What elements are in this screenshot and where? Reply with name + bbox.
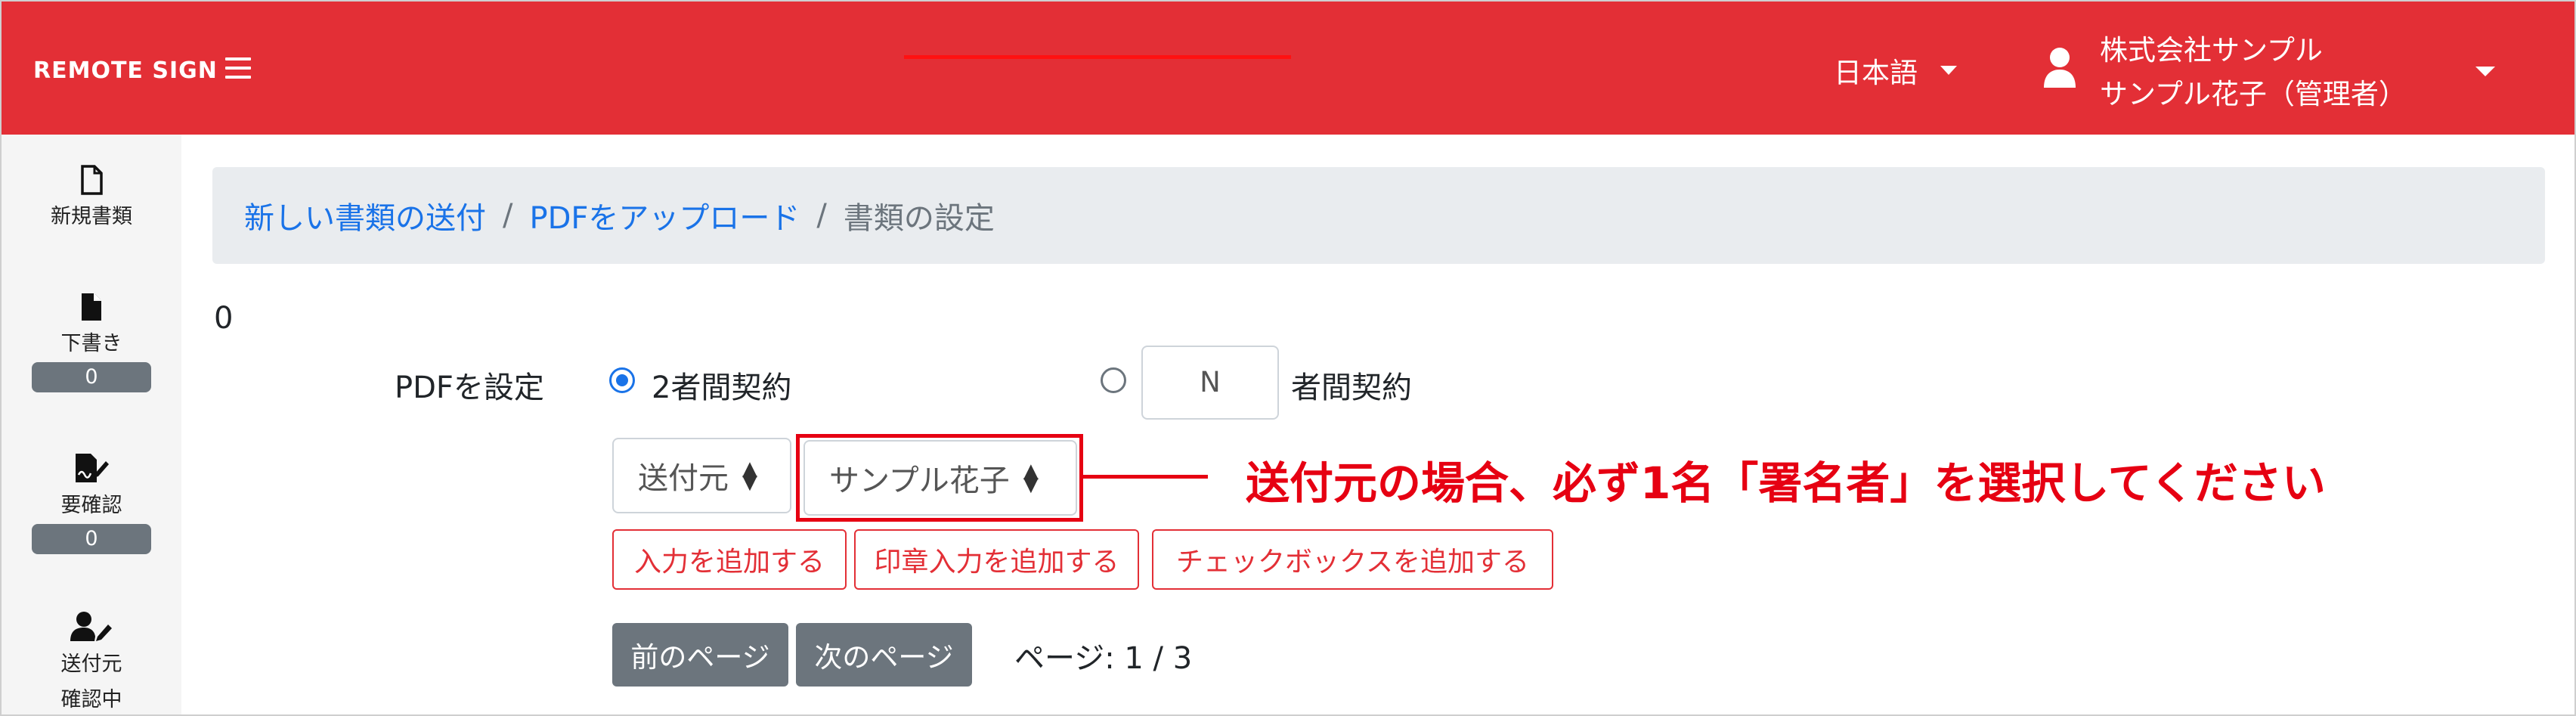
sidebar-item-label: 送付元 (60, 652, 122, 676)
sidebar-item-needs-review[interactable]: 要確認 0 (2, 452, 181, 554)
radio-two-party-label: 2者間契約 (652, 370, 792, 405)
file-outline-icon (81, 165, 103, 195)
pdf-setting-label: PDFを設定 (395, 370, 544, 405)
count-badge: 0 (32, 524, 151, 554)
breadcrumb-link-new-send[interactable]: 新しい書類の送付 (244, 194, 486, 237)
sidebar-item-label: 下書き (60, 332, 122, 355)
counter-text: 0 (214, 301, 234, 336)
annotation-connector-line (1083, 475, 1208, 479)
sidebar-item-new-document[interactable]: 新規書類 (2, 165, 181, 229)
annotation-highlight-box (796, 434, 1083, 522)
sign-document-icon (76, 454, 109, 482)
brand-logo[interactable]: REMOTE SIGN (33, 57, 218, 84)
party-count-input[interactable]: N (1141, 346, 1279, 420)
page-indicator: ページ: 1 / 3 (1014, 641, 1193, 676)
prev-page-button[interactable]: 前のページ (612, 623, 788, 687)
company-name: 株式会社サンプル (2100, 34, 2323, 67)
user-name: サンプル花子（管理者） (2100, 78, 2407, 110)
caret-down-icon (1940, 66, 1957, 75)
next-page-button[interactable]: 次のページ (796, 623, 972, 687)
sidebar-item-label: 新規書類 (51, 205, 132, 228)
sender-select-value: 送付元 (638, 461, 729, 496)
count-badge: 0 (32, 362, 151, 392)
breadcrumb-separator: / (816, 198, 827, 233)
breadcrumb-current: 書類の設定 (843, 201, 995, 236)
sender-select[interactable]: 送付元 ▲ ▼ (612, 438, 791, 513)
user-icon (2044, 48, 2076, 88)
user-edit-icon (70, 612, 112, 641)
caret-down-icon[interactable] (2475, 67, 2495, 76)
menu-toggle-icon[interactable] (225, 57, 251, 79)
top-navbar: REMOTE SIGN 日本語 株式会社サンプル サンプル花子（管理者） (2, 2, 2574, 135)
sidebar: 新規書類 下書き 0 要確認 0 送付元 確認中 (2, 135, 181, 714)
sidebar-item-sender-confirming[interactable]: 送付元 確認中 (2, 611, 181, 712)
red-underline-mark (904, 55, 1291, 59)
file-filled-icon (82, 293, 101, 321)
sidebar-item-drafts[interactable]: 下書き 0 (2, 292, 181, 392)
add-stamp-button[interactable]: 印章入力を追加する (854, 529, 1139, 590)
language-label: 日本語 (1834, 57, 1918, 89)
language-dropdown[interactable]: 日本語 (1834, 50, 1957, 91)
radio-two-party[interactable] (609, 367, 635, 393)
sidebar-item-label-line2: 確認中 (60, 688, 122, 711)
radio-n-party[interactable] (1101, 367, 1126, 393)
add-input-button[interactable]: 入力を追加する (612, 529, 847, 590)
updown-arrows-icon: ▲ ▼ (742, 457, 757, 494)
breadcrumb: 新しい書類の送付 / PDFをアップロード / 書類の設定 (212, 167, 2545, 264)
sidebar-item-label: 要確認 (60, 494, 122, 517)
breadcrumb-link-upload-pdf[interactable]: PDFをアップロード (529, 194, 800, 237)
add-checkbox-button[interactable]: チェックボックスを追加する (1152, 529, 1553, 590)
user-menu[interactable]: 株式会社サンプル サンプル花子（管理者） (2100, 29, 2407, 116)
annotation-note: 送付元の場合、必ず1名「署名者」を選択してください (1246, 457, 2326, 509)
breadcrumb-separator: / (503, 198, 513, 233)
radio-n-party-label: 者間契約 (1291, 370, 1412, 405)
